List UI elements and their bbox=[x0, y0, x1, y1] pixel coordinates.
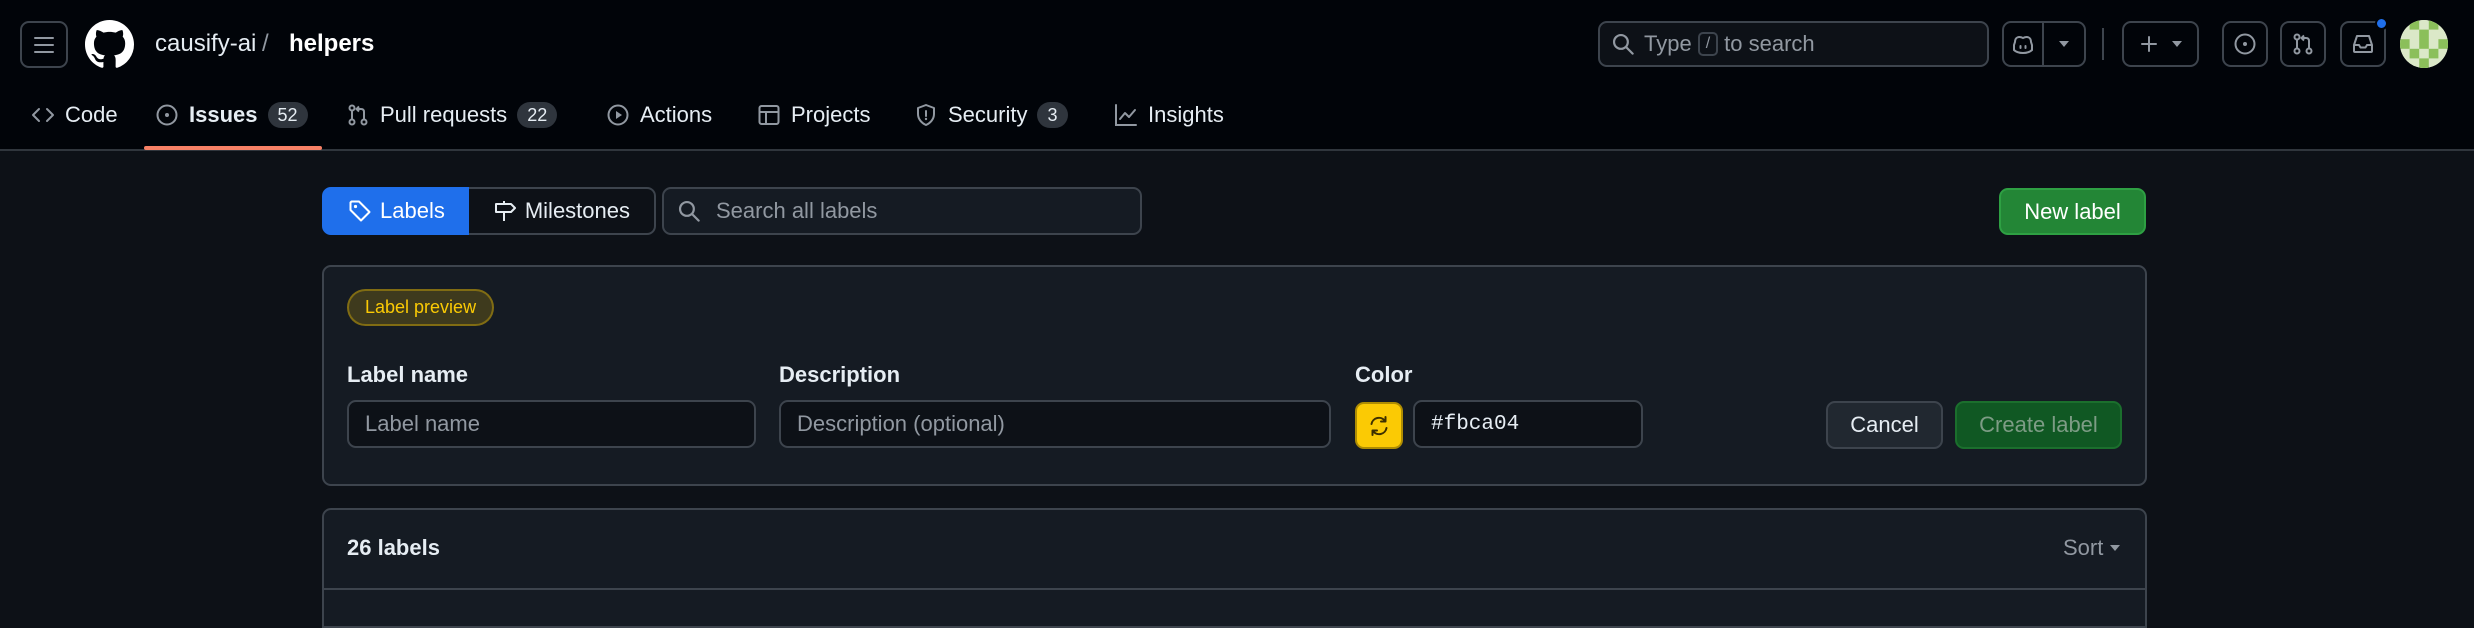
tab-actions[interactable]: Actions bbox=[606, 95, 712, 135]
search-icon bbox=[1612, 33, 1634, 55]
copilot-button[interactable] bbox=[2002, 21, 2044, 67]
issues-count-badge: 52 bbox=[267, 102, 308, 128]
pull-requests-shortcut-button[interactable] bbox=[2280, 21, 2326, 67]
label-name-input[interactable] bbox=[347, 400, 756, 448]
description-heading: Description bbox=[779, 362, 901, 387]
tab-label: Projects bbox=[791, 102, 871, 127]
shield-icon bbox=[917, 104, 935, 126]
tab-code[interactable]: Code bbox=[31, 95, 118, 135]
tab-label: Security bbox=[948, 102, 1028, 127]
label-preview-badge: Label preview bbox=[347, 289, 495, 326]
security-count-badge: 3 bbox=[1037, 102, 1068, 128]
new-label-button[interactable]: New label bbox=[1999, 188, 2146, 235]
triangle-down-icon bbox=[2110, 545, 2121, 551]
triangle-down-icon bbox=[2171, 41, 2182, 47]
list-header-divider bbox=[322, 588, 2147, 590]
breadcrumb-owner[interactable]: causify-ai bbox=[155, 26, 256, 62]
random-color-button[interactable] bbox=[1355, 402, 1403, 449]
identicon-icon bbox=[2400, 20, 2448, 68]
git-pull-request-icon bbox=[2293, 33, 2313, 55]
pull-requests-count-badge: 22 bbox=[517, 102, 558, 128]
tab-projects[interactable]: Projects bbox=[757, 95, 870, 135]
copilot-icon bbox=[2013, 36, 2033, 54]
inbox-icon bbox=[2353, 35, 2373, 53]
tab-label: Code bbox=[65, 102, 118, 127]
create-new-button[interactable] bbox=[2122, 21, 2199, 67]
milestone-icon bbox=[494, 201, 516, 221]
new-label-form bbox=[322, 265, 2147, 486]
tab-pull-requests[interactable]: Pull requests 22 bbox=[346, 95, 558, 135]
code-icon bbox=[32, 108, 54, 122]
table-icon bbox=[758, 105, 780, 125]
subnav-labels[interactable]: Labels bbox=[322, 187, 469, 235]
subnav-milestones-label: Milestones bbox=[524, 198, 630, 223]
tab-label: Issues bbox=[189, 102, 258, 127]
breadcrumb-separator: / bbox=[262, 30, 269, 57]
color-hex-input[interactable] bbox=[1413, 400, 1643, 448]
subnav-milestones[interactable]: Milestones bbox=[468, 187, 656, 235]
labels-list bbox=[322, 508, 2147, 628]
tab-label: Pull requests bbox=[380, 102, 508, 127]
copilot-menu-button[interactable] bbox=[2044, 21, 2086, 67]
create-label-button[interactable]: Create label bbox=[1955, 401, 2122, 449]
search-hint-prefix: Type bbox=[1644, 31, 1692, 56]
plus-icon bbox=[2140, 36, 2157, 52]
sync-icon bbox=[1370, 415, 1388, 436]
labels-milestones-subnav: Labels Milestones bbox=[322, 187, 656, 235]
search-hint-suffix: to search bbox=[1724, 31, 1815, 56]
subnav-labels-label: Labels bbox=[380, 198, 445, 223]
label-search-input[interactable] bbox=[714, 197, 1114, 225]
hamburger-icon bbox=[34, 36, 54, 53]
breadcrumb-repo[interactable]: helpers bbox=[289, 26, 374, 62]
labels-count: 26 labels bbox=[347, 535, 440, 560]
tag-icon bbox=[349, 200, 371, 222]
issue-opened-icon bbox=[2234, 33, 2256, 55]
label-name-heading: Label name bbox=[347, 362, 469, 387]
tab-insights[interactable]: Insights bbox=[1114, 95, 1224, 135]
tab-security[interactable]: Security 3 bbox=[914, 95, 1068, 135]
cancel-button[interactable]: Cancel bbox=[1826, 401, 1943, 449]
active-tab-indicator bbox=[144, 146, 322, 150]
graph-icon bbox=[1115, 104, 1137, 126]
header-divider bbox=[2102, 28, 2104, 60]
issues-shortcut-button[interactable] bbox=[2222, 21, 2268, 67]
sort-label: Sort bbox=[2063, 535, 2104, 560]
github-logo-icon[interactable] bbox=[85, 20, 134, 69]
description-input[interactable] bbox=[779, 400, 1331, 448]
search-icon bbox=[678, 200, 700, 222]
color-heading: Color bbox=[1355, 362, 1413, 387]
triangle-down-icon bbox=[2059, 41, 2069, 47]
tab-label: Insights bbox=[1148, 102, 1224, 127]
notification-indicator bbox=[2375, 17, 2388, 30]
label-search-field[interactable] bbox=[662, 187, 1142, 235]
search-hint-key: / bbox=[1697, 32, 1719, 56]
avatar[interactable] bbox=[2400, 20, 2448, 68]
git-pull-request-icon bbox=[348, 104, 368, 126]
issue-opened-icon bbox=[156, 104, 178, 126]
tab-issues[interactable]: Issues 52 bbox=[155, 95, 308, 135]
play-icon bbox=[607, 104, 629, 126]
tab-label: Actions bbox=[640, 102, 713, 127]
global-search-input[interactable]: Type / to search bbox=[1598, 21, 1989, 67]
sort-button[interactable]: Sort bbox=[2063, 535, 2121, 561]
menu-button[interactable] bbox=[20, 21, 68, 68]
